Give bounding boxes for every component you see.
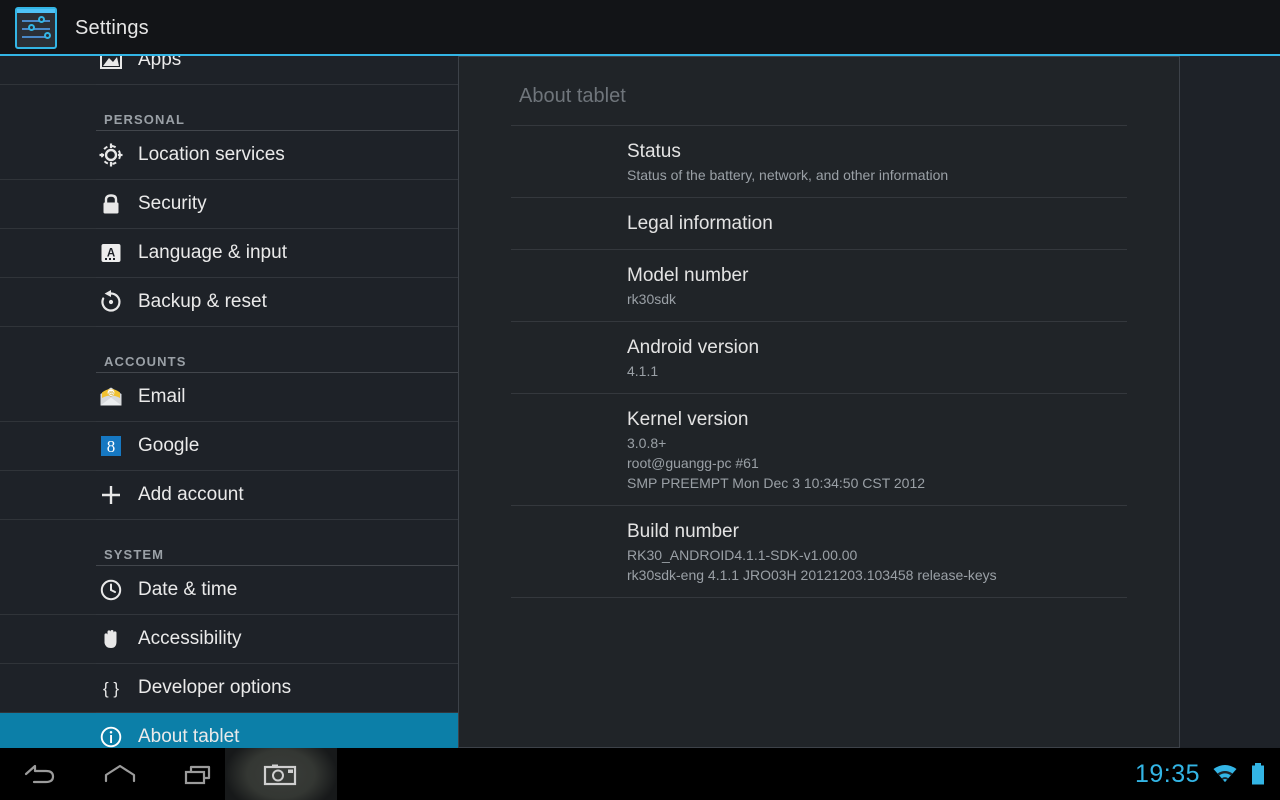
settings-sliders-icon [15, 7, 57, 49]
sidebar-section-label: SYSTEM [104, 547, 165, 562]
svg-text:{ }: { } [103, 679, 119, 698]
about-item[interactable]: Build number RK30_ANDROID4.1.1-SDK-v1.00.… [511, 505, 1127, 597]
location-crosshair-icon [96, 140, 126, 170]
lock-icon [96, 189, 126, 219]
hand-icon [96, 624, 126, 654]
sidebar-section-label: ACCOUNTS [104, 354, 187, 369]
wifi-icon[interactable] [1212, 763, 1238, 785]
about-item-detail: 3.0.8+ [627, 435, 667, 451]
about-item-title: Build number [627, 521, 739, 542]
clock-icon [96, 575, 126, 605]
panel-title: About tablet [519, 85, 626, 107]
sidebar-section-header: ACCOUNTS [0, 327, 458, 373]
about-item-detail: Status of the battery, network, and othe… [627, 167, 949, 183]
info-circle-icon [96, 722, 126, 748]
about-item[interactable]: Model number rk30sdk [511, 249, 1127, 321]
about-item-title: Legal information [627, 213, 773, 234]
about-item[interactable]: Status Status of the battery, network, an… [511, 125, 1127, 197]
about-tablet-panel: About tablet Status Status of the battery… [458, 56, 1180, 748]
status-tray[interactable]: 19:35 [1135, 748, 1266, 800]
sidebar-section-header: PERSONAL [0, 85, 458, 131]
screenshot-camera-icon[interactable] [225, 748, 337, 800]
sidebar-item-label: Developer options [138, 677, 292, 698]
about-item-detail: SMP PREEMPT Mon Dec 3 10:34:50 CST 2012 [627, 475, 926, 491]
sidebar-item-language-input[interactable]: A Language & input [0, 229, 458, 278]
about-item-detail: rk30sdk [627, 291, 677, 307]
sidebar-item-label: Accessibility [138, 628, 242, 649]
sidebar-item-location-services[interactable]: Location services [0, 131, 458, 180]
sidebar-item-label: Add account [138, 484, 244, 505]
sidebar-item-label: About tablet [138, 726, 240, 747]
restore-arrow-icon [96, 287, 126, 317]
about-item-detail: 4.1.1 [627, 363, 659, 379]
about-item-title: Status [627, 141, 681, 162]
svg-text:@: @ [108, 391, 114, 397]
sidebar-item-google[interactable]: 8 Google [0, 422, 458, 471]
battery-icon[interactable] [1250, 762, 1266, 786]
sidebar-item-apps[interactable]: Apps [0, 56, 458, 85]
sidebar-item-security[interactable]: Security [0, 180, 458, 229]
sidebar-section-header: SYSTEM [0, 520, 458, 566]
about-item-title: Kernel version [627, 409, 749, 430]
sidebar-item-label: Apps [138, 56, 182, 70]
apps-image-icon [96, 56, 126, 75]
android-settings-screen: Settings Apps PERSONAL Location services Se… [0, 0, 1280, 800]
about-item-title: Model number [627, 265, 749, 286]
about-item[interactable]: Android version 4.1.1 [511, 321, 1127, 393]
sidebar-item-add-account[interactable]: Add account [0, 471, 458, 520]
about-item[interactable]: Legal information [511, 197, 1127, 249]
svg-text:A: A [107, 248, 115, 260]
back-icon[interactable] [0, 748, 80, 800]
keyboard-a-icon: A [96, 238, 126, 268]
status-clock[interactable]: 19:35 [1135, 760, 1200, 789]
sidebar-item-about-tablet[interactable]: About tablet [0, 713, 458, 748]
about-item-detail: root@guangg-pc #61 [627, 455, 759, 471]
sidebar-item-label: Date & time [138, 579, 238, 600]
sidebar-item-label: Email [138, 386, 186, 407]
home-icon[interactable] [80, 748, 160, 800]
about-items-list[interactable]: Status Status of the battery, network, an… [459, 125, 1179, 598]
settings-sidebar[interactable]: Apps PERSONAL Location services Security A La… [0, 56, 458, 748]
sidebar-item-email[interactable]: @ Email [0, 373, 458, 422]
braces-icon: { } [96, 673, 126, 703]
about-item-title: Android version [627, 337, 760, 358]
google-g-icon: 8 [96, 431, 126, 461]
about-item-detail: RK30_ANDROID4.1.1-SDK-v1.00.00 [627, 547, 858, 563]
system-navigation-bar: 19:35 [0, 748, 1280, 800]
about-item[interactable]: Kernel version 3.0.8+ root@guangg-pc #61 SM… [511, 393, 1127, 505]
sidebar-item-label: Security [138, 193, 207, 214]
plus-icon [96, 480, 126, 510]
sidebar-item-label: Location services [138, 144, 285, 165]
envelope-at-icon: @ [96, 382, 126, 412]
list-end-divider [511, 597, 1127, 598]
svg-text:8: 8 [107, 437, 116, 456]
about-item-detail: rk30sdk-eng 4.1.1 JRO03H 20121203.103458… [627, 567, 997, 583]
sidebar-section-label: PERSONAL [104, 112, 186, 127]
sidebar-item-label: Language & input [138, 242, 287, 263]
sidebar-item-date-time[interactable]: Date & time [0, 566, 458, 615]
sidebar-item-accessibility[interactable]: Accessibility [0, 615, 458, 664]
page-title: Settings [75, 16, 149, 39]
sidebar-item-backup-reset[interactable]: Backup & reset [0, 278, 458, 327]
sidebar-item-label: Backup & reset [138, 291, 267, 312]
sidebar-item-developer-options[interactable]: { } Developer options [0, 664, 458, 713]
sidebar-item-label: Google [138, 435, 200, 456]
content-area: Apps PERSONAL Location services Security A La… [0, 56, 1280, 748]
app-header: Settings [0, 0, 1280, 56]
